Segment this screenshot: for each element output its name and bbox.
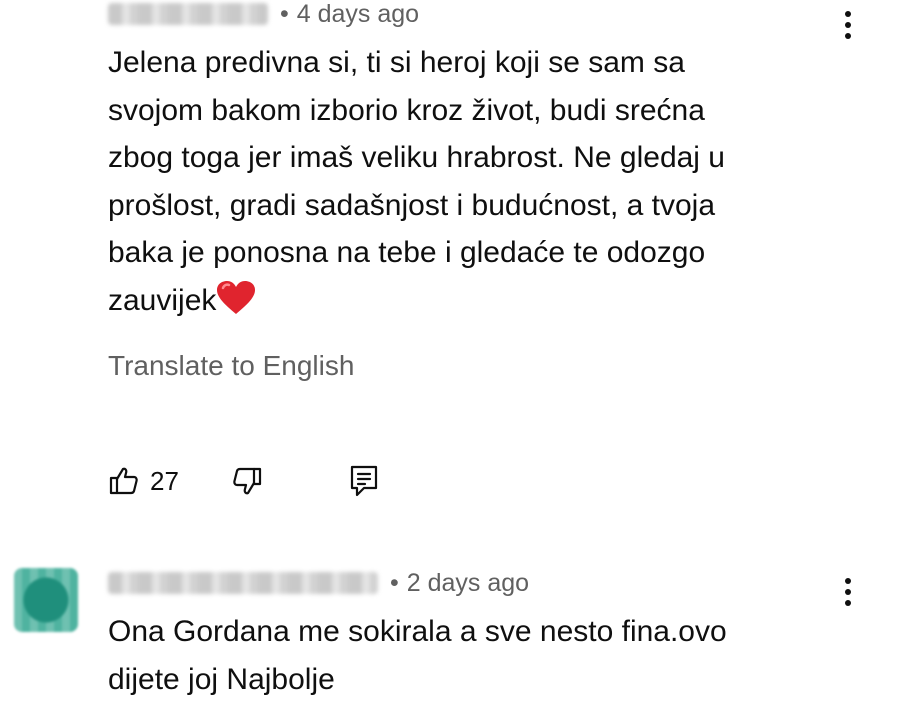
thumbs-down-icon	[231, 465, 263, 497]
blurred-username[interactable]	[108, 572, 378, 594]
reply-button[interactable]	[349, 464, 379, 498]
more-vertical-icon[interactable]	[832, 5, 864, 45]
comment-text: Jelena predivna si, ti si heroj koji se …	[108, 39, 808, 330]
like-button[interactable]: 27	[108, 465, 179, 497]
comment-timestamp[interactable]: 2 days ago	[407, 569, 529, 598]
comment-body: Jelena predivna si, ti si heroj koji se …	[108, 46, 725, 317]
blurred-username[interactable]	[108, 3, 268, 25]
comment-actions: 27	[108, 462, 379, 500]
comment-header: • 2 days ago	[108, 566, 529, 600]
like-count: 27	[150, 465, 179, 496]
more-vertical-icon[interactable]	[832, 572, 864, 612]
separator-dot: •	[280, 0, 289, 28]
avatar[interactable]	[14, 568, 78, 632]
separator-dot: •	[390, 568, 399, 597]
comment: • 2 days ago Ona Gordana me sokirala a s…	[0, 540, 900, 706]
heart-emoji-icon	[216, 280, 256, 331]
thumbs-up-icon	[108, 465, 140, 497]
dislike-button[interactable]	[231, 465, 263, 497]
comment: • 4 days ago Jelena predivna si, ti si h…	[0, 0, 900, 520]
translate-link[interactable]: Translate to English	[108, 350, 354, 382]
reply-comment-icon	[349, 464, 379, 498]
comment-timestamp[interactable]: 4 days ago	[297, 0, 419, 29]
comment-text: Ona Gordana me sokirala a sve nesto fina…	[108, 615, 727, 696]
comment-header: • 4 days ago	[108, 0, 419, 30]
